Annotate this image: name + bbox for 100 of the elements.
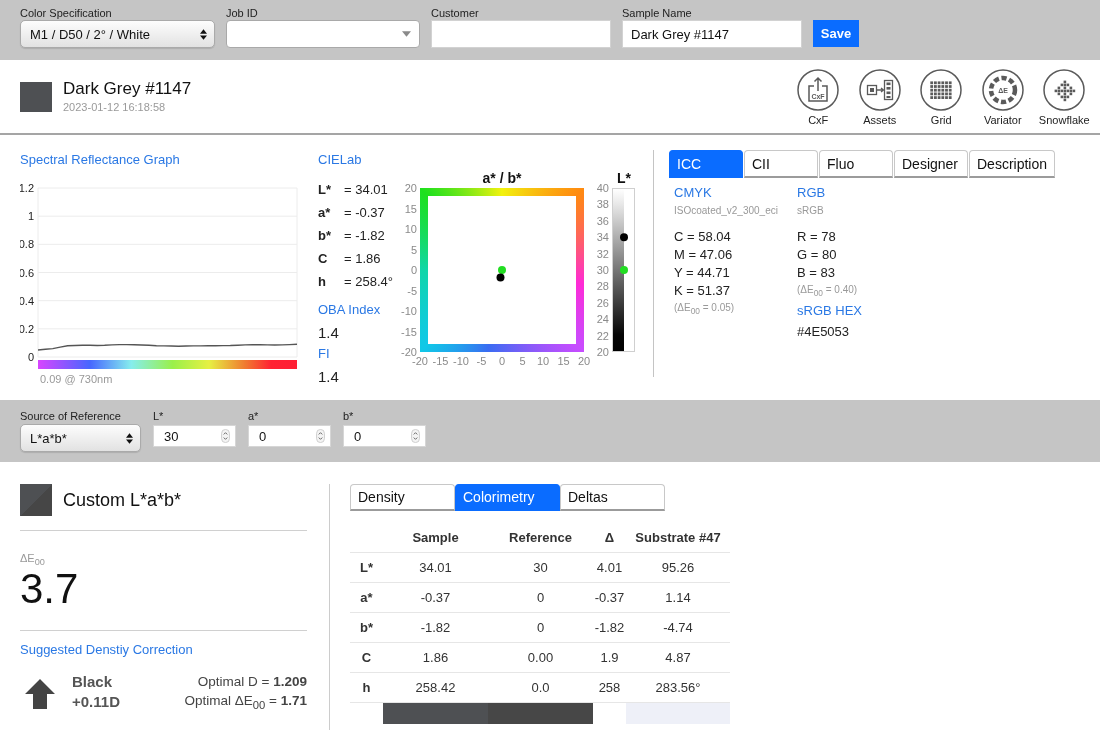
axis-tick-label: -5: [407, 284, 417, 297]
field-label: L*: [153, 409, 165, 423]
axis-tick-label: 20: [404, 182, 417, 194]
table-cell-text: 1.14: [664, 590, 692, 605]
scale-tick-label: 22: [596, 329, 609, 342]
square-arrow-list-icon: [858, 69, 901, 111]
tool-button[interactable]: Assets: [849, 69, 911, 127]
row-header: h: [361, 680, 372, 695]
lab-value: = 34.01: [344, 182, 388, 197]
text-field[interactable]: Dark Grey #1147: [622, 20, 802, 48]
tab[interactable]: Density: [350, 484, 455, 511]
axis-tick-label: -20: [401, 346, 417, 358]
field-label: Color Specification: [20, 6, 113, 20]
axis-tick-label: 10: [536, 355, 550, 367]
tab[interactable]: Designer: [894, 150, 968, 178]
scale-tick-label: 30: [596, 264, 609, 276]
tool-button[interactable]: Snowflake: [1033, 69, 1095, 127]
axis-tick-label: -10: [401, 305, 417, 317]
section-title: Suggested Denstiy Correction: [20, 642, 194, 659]
dot-pattern-icon: [1043, 69, 1086, 111]
axis-tick-label: 0.4: [20, 294, 34, 307]
tab[interactable]: Fluo: [819, 150, 893, 178]
cmyk-value: Y = 44.71: [674, 264, 731, 282]
row-header: a*: [359, 590, 374, 605]
axis-tick-label: 0.2: [20, 322, 34, 335]
table-cell: -1.82: [593, 620, 626, 635]
axis-tick-label: -15: [401, 325, 417, 338]
text-field[interactable]: [431, 20, 611, 48]
number-field[interactable]: 30: [153, 425, 236, 447]
row-header: L*: [359, 560, 374, 575]
table-cell-text: 0: [535, 620, 546, 635]
table-cell-text: 1.86: [421, 650, 450, 665]
ink-adjustment: +0.11D: [72, 692, 120, 713]
lab-label: L*: [318, 182, 332, 197]
cmyk-value: K = 51.37: [674, 282, 732, 300]
timestamp: 2023-01-12 16:18:58: [63, 100, 167, 115]
table-cell-text: 0.0: [530, 680, 551, 695]
field-label: Source of Reference: [20, 409, 122, 423]
table-cell: -0.37: [593, 590, 626, 605]
table-cell-text: 34.01: [418, 560, 453, 575]
up-down-arrows-icon: [200, 28, 207, 40]
lab-label: C: [318, 251, 329, 266]
tab[interactable]: Description: [969, 150, 1056, 178]
field-label: a*: [248, 409, 260, 423]
field-label: Sample Name: [622, 6, 693, 20]
scale-tick-label: 20: [596, 346, 609, 358]
sample-title: Dark Grey #1147: [63, 79, 192, 99]
axis-tick-label: 10: [404, 223, 417, 235]
field-label: Job ID: [226, 6, 259, 20]
cmyk-value: C = 58.04: [674, 228, 732, 246]
number-field[interactable]: 0: [343, 425, 426, 447]
cmyk-value: M = 47.06: [674, 246, 734, 264]
tab[interactable]: CII: [744, 150, 818, 178]
wavelength-reading: 0.09 @ 730nm: [39, 372, 114, 386]
axis-tick-label: 1: [27, 210, 34, 223]
section-title: Spectral Reflectance Graph: [20, 152, 181, 168]
axis-tick-label: 0.8: [20, 238, 34, 251]
lab-value: = -0.37: [344, 205, 385, 220]
ink-name: Black: [72, 672, 114, 693]
rgb-value: R = 78: [797, 228, 837, 246]
scale-title: L*: [617, 170, 631, 186]
tab[interactable]: Colorimetry: [455, 484, 560, 511]
axis-tick-label: 0: [498, 355, 506, 367]
section-title: OBA Index: [318, 302, 382, 318]
row-header: C: [360, 650, 373, 665]
combo-box[interactable]: [226, 20, 420, 48]
profile-name: sRGB: [797, 204, 825, 218]
axis-tick-label: 5: [410, 243, 417, 256]
table-cell-text: -1.82: [419, 620, 452, 635]
rgb-value: G = 80: [797, 246, 838, 264]
select-field[interactable]: L*a*b*: [20, 424, 141, 452]
lab-label: b*: [318, 228, 332, 243]
field-label: Customer: [431, 6, 480, 20]
save-button[interactable]: Save: [813, 20, 859, 47]
delta-label: ΔE$_{00}$: [20, 551, 46, 570]
axis-tick-label: 15: [557, 355, 570, 367]
table-cell-text: 1.9: [599, 650, 620, 665]
index-value: 1.4: [318, 323, 340, 343]
number-field[interactable]: 0: [248, 425, 331, 447]
scale-tick-label: 38: [596, 198, 609, 211]
rgb-value: B = 83: [797, 264, 836, 282]
lab-value: = -1.82: [344, 228, 385, 243]
column-header: Reference: [508, 530, 573, 545]
lab-value: = 1.86: [344, 251, 381, 266]
axis-tick-label: 15: [404, 202, 417, 215]
scale-tick-label: 24: [596, 313, 609, 326]
section-title: FI: [318, 346, 331, 362]
lab-value: = 258.4°: [344, 274, 393, 289]
scale-tick-label: 34: [596, 231, 609, 244]
column-header: Substrate #47: [634, 530, 722, 545]
section-title: CMYK: [674, 185, 713, 201]
axis-tick-label: -15: [432, 355, 449, 367]
tab[interactable]: ICC: [669, 150, 743, 178]
axis-tick-label: 5: [519, 355, 526, 367]
select-field[interactable]: M1 / D50 / 2° / White: [20, 20, 215, 48]
section-title: sRGB HEX: [797, 303, 863, 319]
tab[interactable]: Deltas: [560, 484, 665, 511]
section-title: CIELab: [318, 152, 363, 168]
tool-button[interactable]: Grid: [910, 69, 972, 127]
scale-tick-label: 32: [596, 247, 609, 260]
